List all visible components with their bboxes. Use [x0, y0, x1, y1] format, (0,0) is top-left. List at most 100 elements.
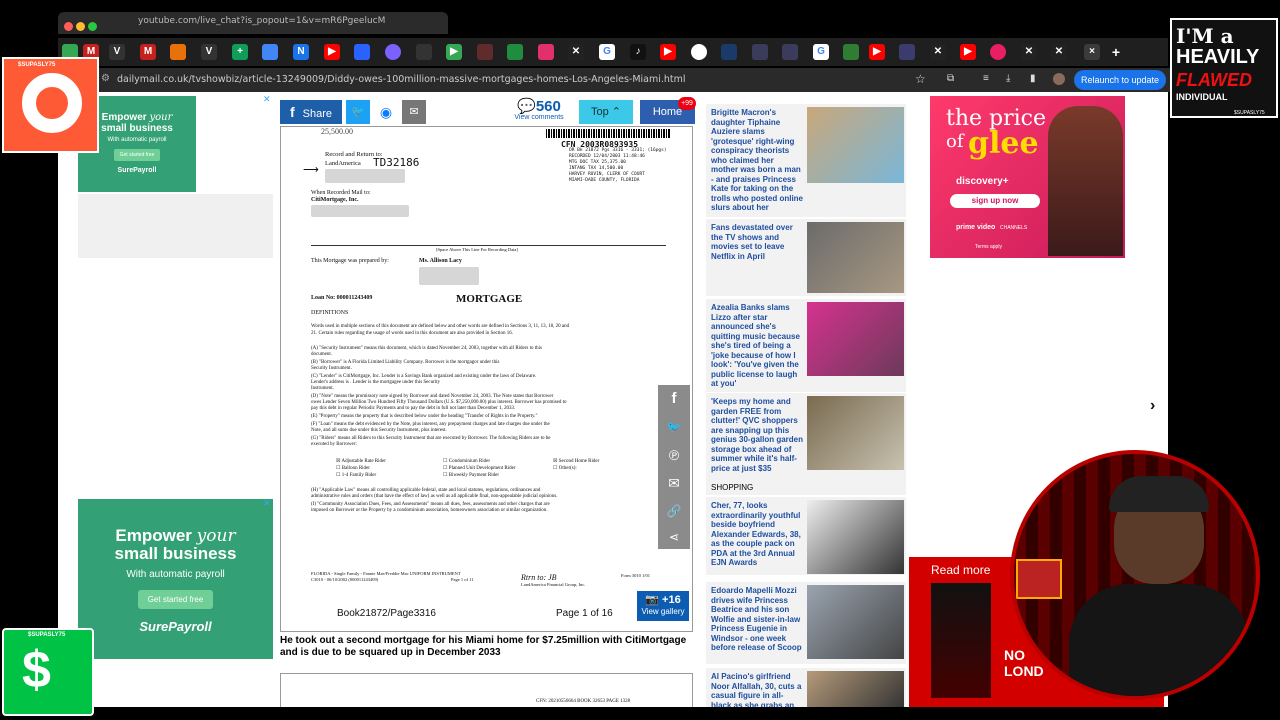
tab-favicon-icon[interactable] [721, 44, 737, 60]
tab-favicon-icon[interactable] [691, 44, 707, 60]
tab-close-icon[interactable]: × [1084, 44, 1100, 60]
twitter-icon[interactable]: 🐦 [658, 413, 690, 441]
tab-vine-icon[interactable]: V [201, 44, 217, 60]
top-button[interactable]: Top ⌃ [579, 100, 633, 124]
news-item[interactable]: Edoardo Mapelli Mozzi drives wife Prince… [706, 582, 906, 664]
relaunch-button[interactable]: Relaunch to update [1074, 70, 1166, 90]
news-headline[interactable]: Brigitte Macron's daughter Tiphaine Auzi… [711, 108, 803, 213]
mic-flag [1016, 559, 1062, 599]
extensions-icon[interactable]: ⧉ [947, 73, 954, 84]
tab-vine-icon[interactable]: V [109, 44, 125, 60]
download-icon[interactable]: ⤓ [1006, 73, 1010, 84]
news-thumbnail[interactable] [807, 585, 904, 659]
tab-docs-icon[interactable] [262, 44, 278, 60]
tab-favicon-icon[interactable] [507, 44, 523, 60]
minimize-dot-icon[interactable] [76, 22, 85, 31]
glee-ad[interactable]: the price of glee discovery+ sign up now… [930, 96, 1125, 258]
news-item[interactable]: Fans devastated over the TV shows and mo… [706, 219, 906, 296]
tab-play-icon[interactable]: ▶ [446, 44, 462, 60]
tab-favicon-icon[interactable] [170, 44, 186, 60]
tab-favicon-icon[interactable] [782, 44, 798, 60]
news-item[interactable]: 'Keeps my home and garden FREE from clut… [706, 393, 906, 495]
side-panel-icon[interactable]: ▮ [1030, 73, 1036, 84]
news-headline[interactable]: Azealia Banks slams Lizzo after star ann… [711, 303, 803, 389]
mortgage-document-image[interactable]: 25,500.00 Record and Return to: LandAmer… [280, 126, 693, 632]
profile-avatar[interactable] [1053, 73, 1065, 85]
tab-favicon-icon[interactable] [416, 44, 432, 60]
tab-favicon-icon[interactable] [477, 44, 493, 60]
tab-search-icon[interactable]: ≡ [983, 73, 989, 84]
chevron-up-icon: ⌃ [611, 106, 622, 118]
ad-signup-button[interactable]: sign up now [950, 194, 1040, 208]
tab-favicon-icon[interactable] [990, 44, 1006, 60]
news-item[interactable]: Cher, 77, looks extraordinarily youthful… [706, 497, 906, 575]
tab-instagram-icon[interactable] [538, 44, 554, 60]
signature-initials: Rtrn to: JB [521, 573, 557, 582]
news-thumbnail[interactable] [807, 396, 904, 470]
intang-tax: INTANG TAX 14,500.00 [569, 166, 624, 171]
web-page: Empower your small business With automati… [58, 92, 1168, 707]
news-item[interactable]: Al Pacino's girlfriend Noor Alfallah, 30… [706, 668, 906, 707]
new-tab-button[interactable]: + [1108, 44, 1124, 60]
ad-cta-button[interactable]: Get started free [113, 149, 161, 161]
news-thumbnail[interactable] [807, 302, 904, 376]
ad-placeholder [78, 194, 273, 258]
news-thumbnail[interactable] [807, 222, 904, 293]
news-headline[interactable]: Cher, 77, looks extraordinarily youthful… [711, 501, 803, 568]
maximize-dot-icon[interactable] [88, 22, 97, 31]
news-headline[interactable]: 'Keeps my home and garden FREE from clut… [711, 397, 803, 473]
tab-google-icon[interactable]: G [813, 44, 829, 60]
tab-gmail-icon[interactable]: M [140, 44, 156, 60]
site-info-icon[interactable]: ⚙ [101, 73, 110, 84]
bookmark-star-icon[interactable]: ☆ [915, 72, 926, 86]
tab-youtube-icon[interactable]: ▶ [324, 44, 340, 60]
camera-icon: 📷 [645, 594, 659, 606]
chevron-right-icon[interactable]: › [1150, 397, 1155, 415]
rider-label: Balloon Rider [341, 466, 370, 471]
tab-favicon-icon[interactable] [385, 44, 401, 60]
tab-sheets-icon[interactable]: + [232, 44, 248, 60]
tab-x-icon[interactable]: ✕ [1021, 44, 1037, 60]
tab-tiktok-icon[interactable]: ♪ [630, 44, 646, 60]
news-headline[interactable]: Edoardo Mapelli Mozzi drives wife Prince… [711, 586, 803, 653]
share-icon[interactable]: ⋖ [658, 525, 690, 549]
twitter-share-button[interactable]: 🐦 [346, 100, 370, 124]
tab-x-icon[interactable]: ✕ [568, 44, 584, 60]
url-input[interactable]: dailymail.co.uk/tvshowbiz/article-132490… [117, 74, 686, 85]
news-thumbnail[interactable] [807, 671, 904, 707]
news-item[interactable]: Azealia Banks slams Lizzo after star ann… [706, 299, 906, 392]
email-share-button[interactable]: ✉ [402, 100, 426, 124]
tab-favicon-icon[interactable] [843, 44, 859, 60]
ad-close-icon[interactable]: ✕ [263, 498, 271, 509]
facebook-icon[interactable]: f [658, 385, 690, 413]
close-dot-icon[interactable] [64, 22, 73, 31]
tab-flag-icon[interactable] [899, 44, 915, 60]
facebook-share-button[interactable]: f Share [280, 100, 342, 124]
messenger-share-button[interactable]: ◉ [374, 100, 398, 124]
tab-favicon-icon[interactable] [752, 44, 768, 60]
surepayroll-ad-bottom[interactable]: Empower your small business With automat… [78, 499, 273, 659]
tab-notion-icon[interactable]: N [293, 44, 309, 60]
ad-cta-button[interactable]: Get started free [137, 590, 214, 609]
view-gallery-button[interactable]: 📷 +16 View gallery [637, 591, 689, 621]
tab-x-icon[interactable]: ✕ [930, 44, 946, 60]
news-thumbnail[interactable] [807, 107, 904, 183]
news-thumbnail[interactable] [807, 500, 904, 574]
email-icon[interactable]: ✉ [658, 469, 690, 497]
second-document-image[interactable]: CFN: 20210556664 BOOK 32653 PAGE 1328 [280, 673, 693, 707]
tab-x-icon[interactable]: ✕ [1051, 44, 1067, 60]
tab-youtube-icon[interactable]: ▶ [960, 44, 976, 60]
tab-youtube-icon[interactable]: ▶ [660, 44, 676, 60]
tab-youtube-icon[interactable]: ▶ [869, 44, 885, 60]
window-controls[interactable] [64, 18, 100, 36]
tab-favicon-icon[interactable] [354, 44, 370, 60]
ad-person-image [1048, 106, 1123, 256]
tab-google-icon[interactable]: G [599, 44, 615, 60]
news-headline[interactable]: Fans devastated over the TV shows and mo… [711, 223, 803, 261]
pinterest-icon[interactable]: ℗ [658, 441, 690, 469]
ad-close-icon[interactable]: ✕ [263, 94, 271, 105]
news-item[interactable]: Brigitte Macron's daughter Tiphaine Auzi… [706, 104, 906, 217]
link-icon[interactable]: 🔗 [658, 497, 690, 525]
view-comments-button[interactable]: 💬560 View comments [510, 99, 568, 124]
news-headline[interactable]: Al Pacino's girlfriend Noor Alfallah, 30… [711, 672, 803, 707]
